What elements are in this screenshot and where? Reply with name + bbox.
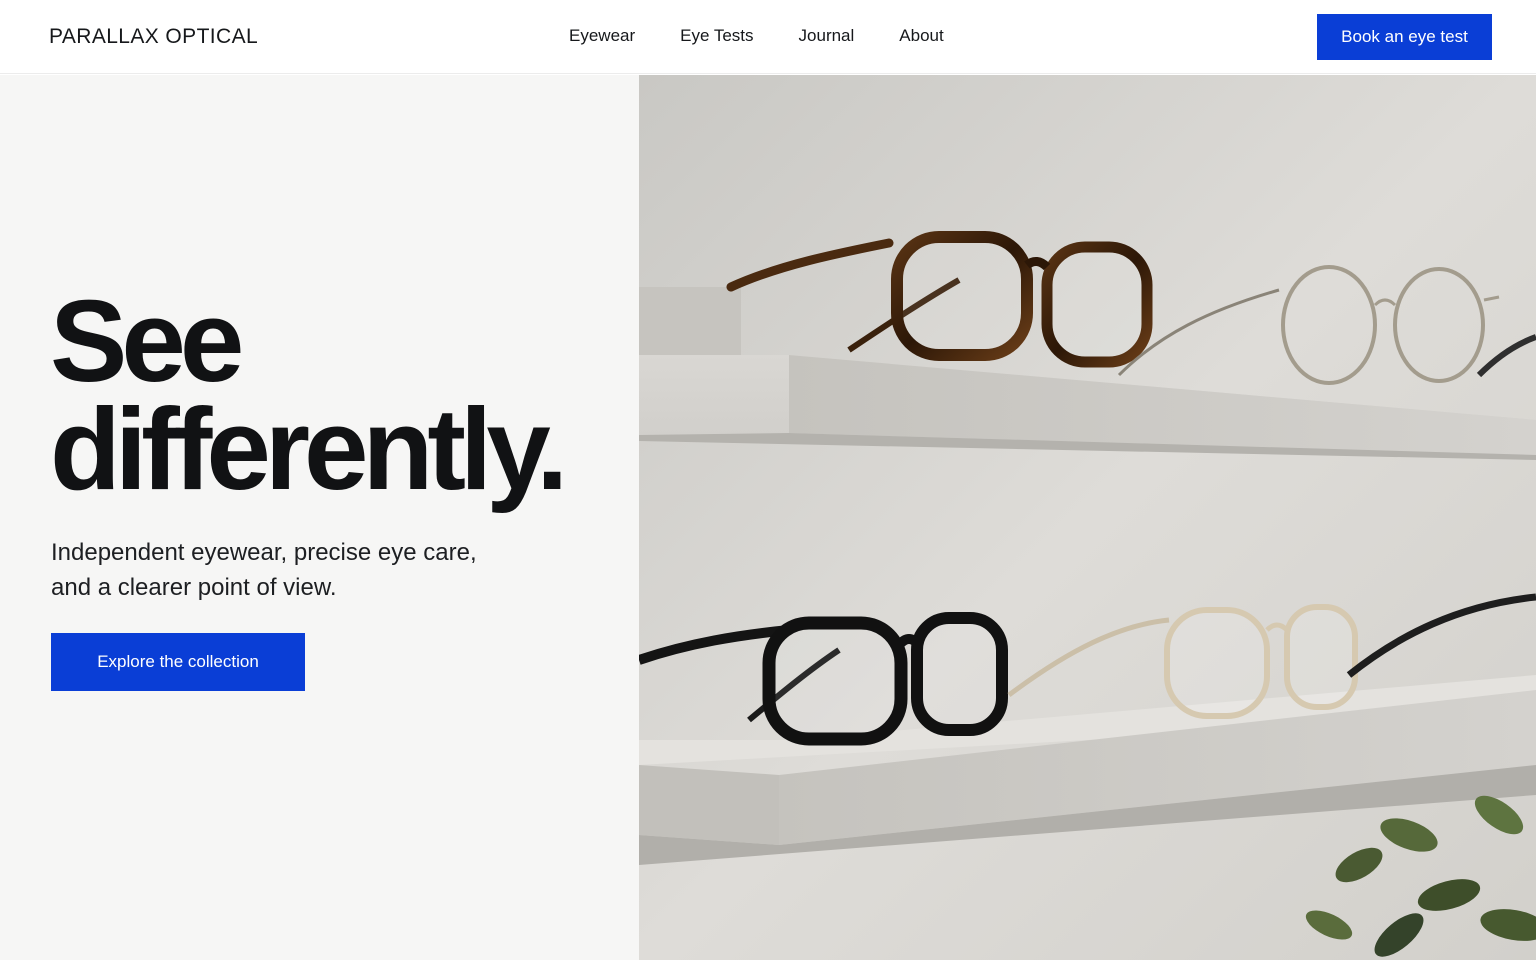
main-nav: Eyewear Eye Tests Journal About [569,26,944,46]
hero-subcopy: Independent eyewear, precise eye care, a… [51,535,521,605]
display-block [639,287,741,357]
hero-image-eyewear-shelves [639,75,1536,960]
hero-headline-line-2: differently. [50,384,568,514]
hero-subcopy-line-1: Independent eyewear, precise eye care, [51,539,477,566]
hero-subcopy-line-2: and a clearer point of view. [51,574,337,601]
hero-headline: See differently. [50,276,568,514]
hero-text-panel: See differently. Independent eyewear, pr… [0,75,639,960]
explore-collection-button[interactable]: Explore the collection [51,633,305,691]
hero-headline-line-1: See [50,276,244,406]
brand-logo[interactable]: PARALLAX OPTICAL [49,25,258,49]
book-eye-test-button[interactable]: Book an eye test [1317,14,1492,60]
nav-link-eyewear[interactable]: Eyewear [569,26,635,46]
nav-link-about[interactable]: About [899,26,943,46]
eyewear-shelves-illustration [639,75,1536,960]
nav-link-eye-tests[interactable]: Eye Tests [680,26,753,46]
nav-link-journal[interactable]: Journal [799,26,855,46]
site-header: PARALLAX OPTICAL Eyewear Eye Tests Journ… [0,0,1536,74]
